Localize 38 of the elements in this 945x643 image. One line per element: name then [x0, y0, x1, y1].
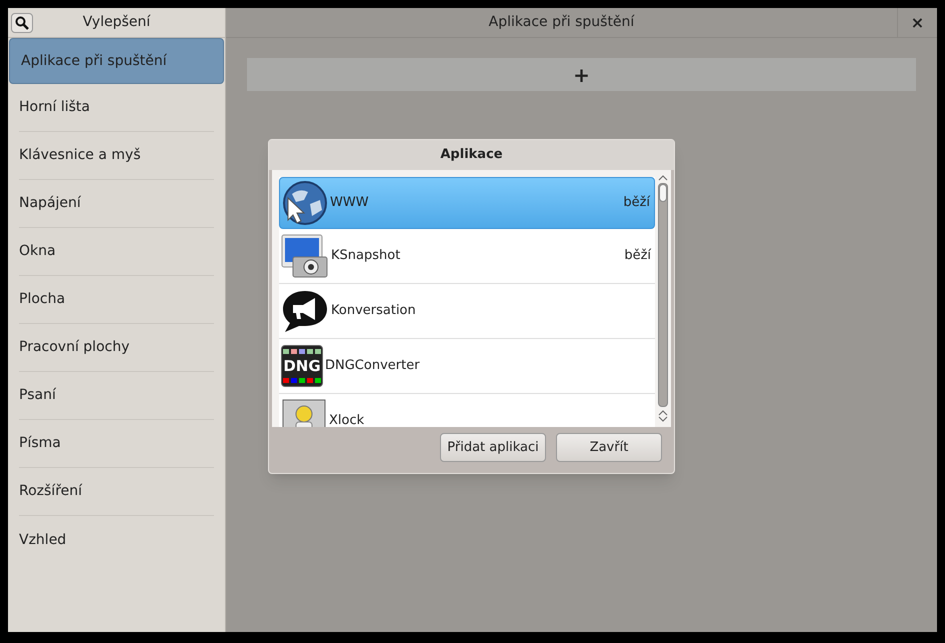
dialog-title: Aplikace [440, 146, 503, 164]
dialog-button[interactable]: Zavřít [556, 433, 662, 462]
close-button[interactable]: × [910, 14, 924, 30]
sidebar-item[interactable]: Psaní [19, 372, 214, 420]
dialog-button[interactable]: Přidat aplikaci [440, 433, 546, 462]
app-status: běží [624, 247, 652, 266]
app-row[interactable]: WWW běží [279, 177, 655, 229]
scrollbar-thumb[interactable] [659, 184, 667, 202]
sidebar-item[interactable]: Klávesnice a myš [19, 132, 214, 180]
sidebar-item[interactable]: Plocha [19, 276, 214, 324]
sidebar-item[interactable]: Písma [19, 420, 214, 468]
sidebar-item[interactable]: Rozšíření [19, 468, 214, 516]
search-button[interactable] [11, 12, 33, 32]
chevron-up-icon[interactable] [658, 174, 668, 181]
sidebar-item[interactable]: Horní lišta [19, 84, 214, 132]
sidebar-item[interactable]: Napájení [19, 180, 214, 228]
search-icon [15, 16, 29, 30]
app-name: KSnapshot [331, 247, 402, 266]
app-status: běží [623, 194, 652, 212]
chevrons-icon[interactable] [658, 409, 668, 423]
app-row[interactable]: KSnapshot běží [279, 229, 655, 284]
globe-icon [282, 180, 328, 226]
dng-icon: DNG [281, 345, 323, 387]
sidebar-item[interactable]: Pracovní plochy [19, 324, 214, 372]
sidebar-title: Vylepšení [82, 13, 152, 32]
sidebar-item[interactable]: Aplikace při spuštění [9, 38, 224, 84]
app-name: Konversation [331, 302, 417, 320]
app-name: DNGConverter [325, 357, 421, 376]
app-name: Xlock [329, 412, 366, 427]
scrollbar-track[interactable] [658, 183, 668, 407]
app-row[interactable]: DNG DNGConverter [279, 339, 655, 394]
sidebar-item[interactable]: Okna [19, 228, 214, 276]
app-name: WWW [330, 194, 370, 212]
app-row[interactable]: Konversation [279, 284, 655, 339]
sidebar-item[interactable]: Vzhled [19, 516, 214, 564]
page-title: Aplikace při spuštění [488, 13, 636, 32]
monitor-camera-icon [281, 233, 329, 279]
add-button[interactable]: + [247, 58, 916, 91]
